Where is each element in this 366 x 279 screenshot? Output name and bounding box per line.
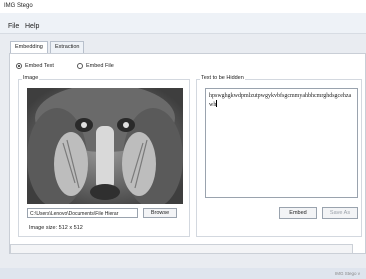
embed-text-radio[interactable]: Embed Text <box>16 63 54 69</box>
title-bar: IMG Stego <box>0 0 366 13</box>
menu-file[interactable]: File <box>8 23 19 30</box>
radio-unchecked-icon <box>77 63 83 69</box>
tab-extraction[interactable]: Extraction <box>50 41 85 53</box>
embed-text-label: Embed Text <box>25 63 54 69</box>
progress-bar <box>10 244 353 254</box>
tab-strip: Embedding Extraction <box>0 41 366 54</box>
text-caret <box>216 100 218 107</box>
menu-help[interactable]: Help <box>25 23 39 30</box>
text-group-label: Text to be Hidden <box>200 75 245 81</box>
mandrill-image <box>27 88 183 204</box>
radio-checked-icon <box>16 63 22 69</box>
cover-image <box>27 88 183 204</box>
status-text: IMG Stego v <box>334 271 360 276</box>
hidden-text-area[interactable]: hpswghgkwdpmlzutpwgykvbfsgcmmyahbhcmrghd… <box>205 88 358 198</box>
hidden-text-content: hpswghgkwdpmlzutpwgykvbfsgcmmyahbhcmrghd… <box>209 93 352 108</box>
embed-file-label: Embed File <box>86 63 114 69</box>
window-title: IMG Stego <box>4 3 33 9</box>
browse-button[interactable]: Browse <box>143 208 177 218</box>
image-group-label: Image <box>22 75 40 81</box>
image-size-label: Image size: 512 x 512 <box>29 225 83 231</box>
save-as-button[interactable]: Save As <box>322 207 358 219</box>
menu-bar: File Help <box>0 13 366 34</box>
image-path-input[interactable]: C:\Users\Lenovo\Documents\File Hierar <box>27 208 138 218</box>
status-bar: IMG Stego v <box>0 268 366 279</box>
embed-button[interactable]: Embed <box>279 207 317 219</box>
embed-file-radio[interactable]: Embed File <box>77 63 114 69</box>
